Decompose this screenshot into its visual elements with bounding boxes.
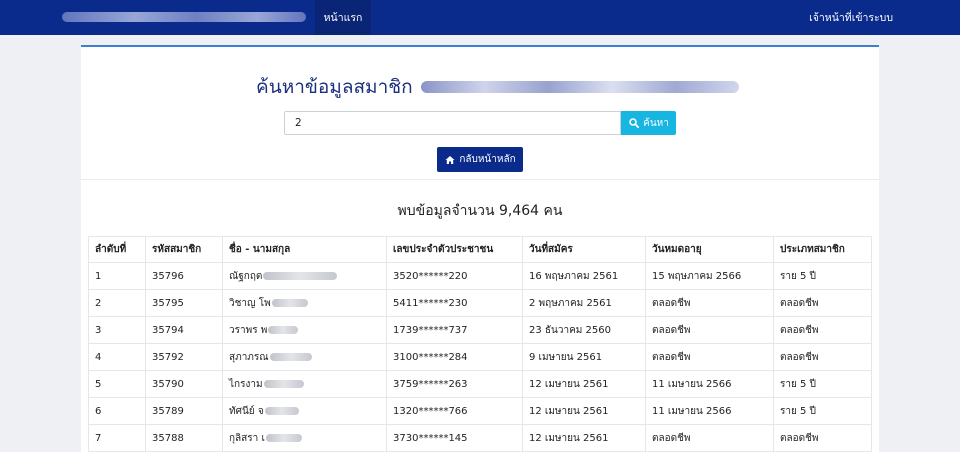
cell-member-type: ตลอดชีพ bbox=[773, 424, 872, 452]
cell-member-type: ตลอดชีพ bbox=[773, 289, 872, 317]
surname-redacted bbox=[263, 272, 338, 280]
cell-register-date: 16 พฤษภาคม 2561 bbox=[522, 262, 646, 290]
cell-member-id: 35789 bbox=[145, 397, 223, 425]
table-row: 5 35790 ไกรงาม 3759******263 12 เมษายน 2… bbox=[88, 370, 872, 398]
table-row: 4 35792 สุภาภรณ 3100******284 9 เมษายน 2… bbox=[88, 343, 872, 371]
cell-register-date: 12 เมษายน 2561 bbox=[522, 424, 646, 452]
cell-citizen-id: 3520******220 bbox=[386, 262, 523, 290]
cell-register-date: 23 ธันวาคม 2560 bbox=[522, 316, 646, 344]
table-row: 6 35789 ทัศนีย์ จ 1320******766 12 เมษาย… bbox=[88, 397, 872, 425]
surname-redacted bbox=[264, 407, 299, 415]
cell-no: 3 bbox=[88, 316, 146, 344]
cell-no: 4 bbox=[88, 343, 146, 371]
cell-name: สุภาภรณ bbox=[222, 343, 387, 371]
cell-member-id: 35796 bbox=[145, 262, 223, 290]
brand-logo-redacted[interactable] bbox=[62, 12, 306, 22]
page-title: ค้นหาข้อมูลสมาชิก bbox=[256, 76, 413, 98]
cell-citizen-id: 3759******263 bbox=[386, 370, 523, 398]
surname-redacted bbox=[269, 353, 312, 361]
nav-home-link[interactable]: หน้าแรก bbox=[315, 0, 371, 35]
title-row: ค้นหาข้อมูลสมาชิก bbox=[256, 72, 739, 102]
table-header-row: ลำดับที่ รหัสสมาชิก ชื่อ - นามสกุล เลขปร… bbox=[88, 236, 872, 263]
name-text: ทัศนีย์ จ bbox=[229, 405, 264, 417]
search-input[interactable]: 2 bbox=[284, 111, 621, 135]
cell-expire-date: ตลอดชีพ bbox=[645, 424, 774, 452]
name-text: ไกรงาม bbox=[229, 378, 263, 390]
search-button[interactable]: ค้นหา bbox=[621, 111, 676, 135]
search-icon bbox=[628, 118, 639, 129]
back-button-label: กลับหน้าหลัก bbox=[459, 154, 516, 165]
cell-name: กุลิสรา เ bbox=[222, 424, 387, 452]
cell-no: 5 bbox=[88, 370, 146, 398]
surname-redacted bbox=[268, 326, 299, 334]
cell-citizen-id: 3730******145 bbox=[386, 424, 523, 452]
cell-member-id: 35795 bbox=[145, 289, 223, 317]
cell-no: 6 bbox=[88, 397, 146, 425]
table-row: 2 35795 วิชาญ โพ 5411******230 2 พฤษภาคม… bbox=[88, 289, 872, 317]
back-to-home-button[interactable]: กลับหน้าหลัก bbox=[437, 147, 523, 172]
main-card: ค้นหาข้อมูลสมาชิก 2 ค้นหา กลับหน้าหลัก พ… bbox=[81, 45, 879, 452]
cell-member-type: ราย 5 ปี bbox=[773, 397, 872, 425]
header-register-date: วันที่สมัคร bbox=[522, 236, 646, 263]
name-text: วราพร พ bbox=[229, 324, 268, 336]
name-text: ณัฐกฤต bbox=[229, 270, 263, 282]
cell-member-id: 35794 bbox=[145, 316, 223, 344]
header-citizen-id: เลขประจำตัวประชาชน bbox=[386, 236, 523, 263]
organization-name-redacted bbox=[420, 81, 739, 93]
cell-citizen-id: 1320******766 bbox=[386, 397, 523, 425]
surname-redacted bbox=[271, 299, 308, 307]
table-row: 1 35796 ณัฐกฤต 3520******220 16 พฤษภาคม … bbox=[88, 262, 872, 290]
surname-redacted bbox=[263, 380, 304, 388]
cell-no: 2 bbox=[88, 289, 146, 317]
header-member-id: รหัสสมาชิก bbox=[145, 236, 223, 263]
cell-member-type: ตลอดชีพ bbox=[773, 343, 872, 371]
cell-citizen-id: 1739******737 bbox=[386, 316, 523, 344]
search-button-label: ค้นหา bbox=[643, 117, 669, 129]
header-name: ชื่อ - นามสกุล bbox=[222, 236, 387, 263]
cell-name: ทัศนีย์ จ bbox=[222, 397, 387, 425]
cell-no: 7 bbox=[88, 424, 146, 452]
header-expire-date: วันหมดอายุ bbox=[645, 236, 774, 263]
name-text: สุภาภรณ bbox=[229, 351, 269, 363]
cell-member-id: 35790 bbox=[145, 370, 223, 398]
cell-citizen-id: 5411******230 bbox=[386, 289, 523, 317]
result-count: พบข้อมูลจำนวน 9,464 คน bbox=[397, 203, 563, 219]
cell-name: วราพร พ bbox=[222, 316, 387, 344]
cell-expire-date: 11 เมษายน 2566 bbox=[645, 397, 774, 425]
home-icon bbox=[444, 154, 455, 165]
cell-expire-date: 15 พฤษภาคม 2566 bbox=[645, 262, 774, 290]
cell-member-type: ตลอดชีพ bbox=[773, 316, 872, 344]
top-navbar: หน้าแรก เจ้าหน้าที่เข้าระบบ bbox=[0, 0, 960, 35]
cell-no: 1 bbox=[88, 262, 146, 290]
cell-member-id: 35788 bbox=[145, 424, 223, 452]
header-member-type: ประเภทสมาชิก bbox=[773, 236, 872, 263]
nav-staff-login-link[interactable]: เจ้าหน้าที่เข้าระบบ bbox=[809, 0, 893, 35]
cell-member-type: ราย 5 ปี bbox=[773, 262, 872, 290]
table-row: 7 35788 กุลิสรา เ 3730******145 12 เมษาย… bbox=[88, 424, 872, 452]
cell-member-id: 35792 bbox=[145, 343, 223, 371]
name-text: วิชาญ โพ bbox=[229, 297, 271, 309]
cell-register-date: 2 พฤษภาคม 2561 bbox=[522, 289, 646, 317]
cell-register-date: 12 เมษายน 2561 bbox=[522, 370, 646, 398]
cell-expire-date: 11 เมษายน 2566 bbox=[645, 370, 774, 398]
cell-name: ณัฐกฤต bbox=[222, 262, 387, 290]
surname-redacted bbox=[265, 434, 302, 442]
cell-expire-date: ตลอดชีพ bbox=[645, 343, 774, 371]
cell-expire-date: ตลอดชีพ bbox=[645, 289, 774, 317]
cell-register-date: 9 เมษายน 2561 bbox=[522, 343, 646, 371]
cell-expire-date: ตลอดชีพ bbox=[645, 316, 774, 344]
name-text: กุลิสรา เ bbox=[229, 432, 265, 444]
cell-name: ไกรงาม bbox=[222, 370, 387, 398]
cell-register-date: 12 เมษายน 2561 bbox=[522, 397, 646, 425]
header-no: ลำดับที่ bbox=[88, 236, 146, 263]
cell-name: วิชาญ โพ bbox=[222, 289, 387, 317]
cell-citizen-id: 3100******284 bbox=[386, 343, 523, 371]
member-table: ลำดับที่ รหัสสมาชิก ชื่อ - นามสกุล เลขปร… bbox=[88, 236, 872, 452]
table-row: 3 35794 วราพร พ 1739******737 23 ธันวาคม… bbox=[88, 316, 872, 344]
cell-member-type: ราย 5 ปี bbox=[773, 370, 872, 398]
section-divider bbox=[81, 179, 879, 180]
